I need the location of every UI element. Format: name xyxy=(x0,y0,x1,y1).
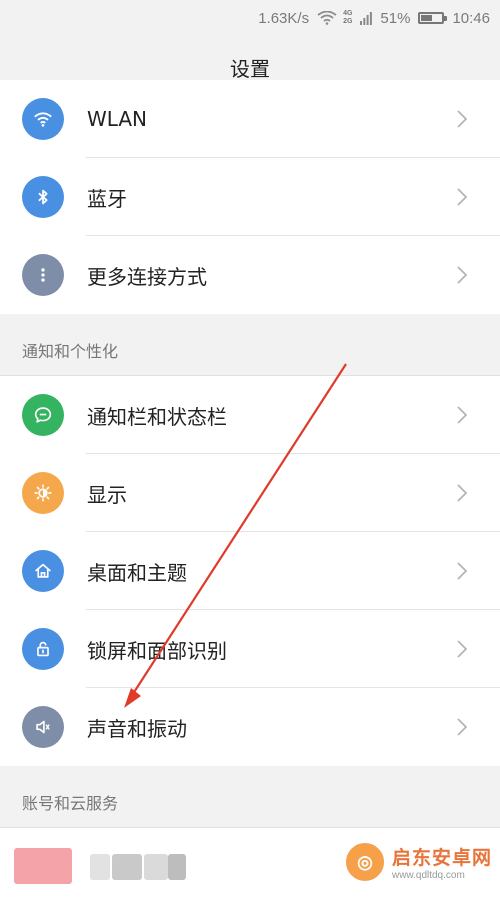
settings-item-desktop-theme[interactable]: 桌面和主题 xyxy=(0,532,500,610)
watermark-url: www.qdltdq.com xyxy=(391,870,465,881)
page-title: 设置 xyxy=(230,57,270,81)
section-gap xyxy=(0,766,500,776)
watermark-logo: ◎ xyxy=(343,841,386,883)
settings-item-label: 桌面和主题 xyxy=(87,560,187,585)
battery-fill xyxy=(421,15,432,21)
chevron-right-icon xyxy=(452,405,472,425)
chevron-right-icon xyxy=(452,717,472,737)
battery-icon xyxy=(418,12,448,24)
chevron-right-icon xyxy=(452,561,472,581)
settings-item-lockscreen-face[interactable]: 锁屏和面部识别 xyxy=(0,610,500,688)
avatar xyxy=(14,848,72,884)
wifi-icon xyxy=(22,98,64,140)
lock-icon xyxy=(22,628,64,670)
network-speed: 1.63K/s xyxy=(258,9,310,27)
settings-list[interactable]: WLAN 蓝牙 更多连接方式 通知和个性化 通知栏和状态栏 显示 桌面和主题 锁… xyxy=(0,80,500,898)
redacted-text xyxy=(90,854,110,880)
settings-item-label: 通知栏和状态栏 xyxy=(87,404,227,429)
settings-item-notification-bar[interactable]: 通知栏和状态栏 xyxy=(0,376,500,454)
settings-item-display[interactable]: 显示 xyxy=(0,454,500,532)
settings-item-bluetooth[interactable]: 蓝牙 xyxy=(0,158,500,236)
connections-group: WLAN 蓝牙 更多连接方式 xyxy=(0,80,500,314)
more-dots-icon xyxy=(22,254,64,296)
settings-item-wlan[interactable]: WLAN xyxy=(0,80,500,158)
settings-item-label: WLAN xyxy=(87,107,148,131)
section-gap xyxy=(0,314,500,324)
chevron-right-icon xyxy=(452,109,472,129)
settings-item-label: 蓝牙 xyxy=(87,186,127,211)
personalization-group: 通知栏和状态栏 显示 桌面和主题 锁屏和面部识别 声音和振动 xyxy=(0,376,500,766)
chevron-right-icon xyxy=(452,483,472,503)
battery-percent: 51% xyxy=(380,9,411,27)
network-type-badge: 4G 2G xyxy=(343,10,353,25)
chevron-right-icon xyxy=(452,639,472,659)
section-header-personalization: 通知和个性化 xyxy=(0,324,500,376)
watermark-title: 启东安卓网 xyxy=(391,847,492,869)
speaker-icon xyxy=(22,706,64,748)
brightness-icon xyxy=(22,472,64,514)
home-icon xyxy=(22,550,64,592)
settings-item-label: 更多连接方式 xyxy=(87,264,207,289)
chat-bubble-icon xyxy=(22,394,64,436)
clock: 10:46 xyxy=(452,9,490,27)
settings-item-label: 声音和振动 xyxy=(87,716,187,741)
redacted-text xyxy=(112,854,142,880)
chevron-right-icon xyxy=(452,187,472,207)
bluetooth-icon xyxy=(22,176,64,218)
redacted-text xyxy=(168,854,186,880)
settings-item-label: 显示 xyxy=(87,482,127,507)
settings-item-more-connections[interactable]: 更多连接方式 xyxy=(0,236,500,314)
status-bar: 1.63K/s 4G 2G 51% 10:46 xyxy=(0,0,500,36)
section-header-account: 账号和云服务 xyxy=(0,776,500,828)
chevron-right-icon xyxy=(452,265,472,285)
watermark: ◎ 启东安卓网 www.qdltdq.com xyxy=(343,841,492,883)
wifi-status-icon xyxy=(317,11,337,25)
signal-icon xyxy=(360,11,373,25)
redacted-text xyxy=(144,854,168,880)
settings-item-label: 锁屏和面部识别 xyxy=(87,638,227,663)
settings-item-sound-vibration[interactable]: 声音和振动 xyxy=(0,688,500,766)
